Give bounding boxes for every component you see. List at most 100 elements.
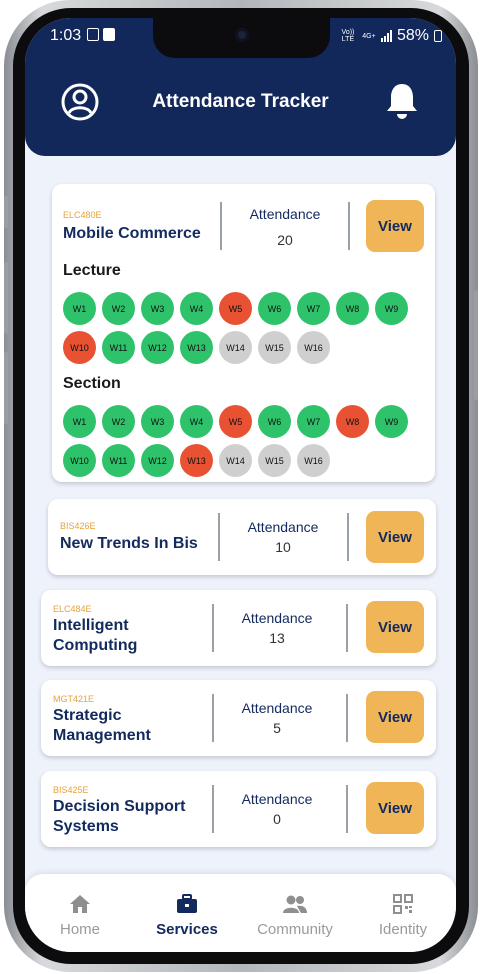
divider [347, 513, 349, 561]
course-code: BIS425E [53, 785, 89, 795]
week-badge-present: W1 [63, 292, 96, 325]
attendance-count: 13 [269, 630, 285, 646]
status-time: 1:03 [50, 27, 82, 44]
week-badge-present: W12 [141, 444, 174, 477]
divider [212, 785, 214, 833]
nav-label: Home [59, 921, 100, 938]
lecture-weeks: W1 W2 W3 W4 W5 W6 W7 W8 W9 W10 W11 W12 W13 W14 W15 W16 [63, 292, 423, 364]
week-badge-present: W6 [258, 292, 291, 325]
volte-indicator: Vo)) LTE [341, 29, 355, 43]
divider [212, 694, 214, 742]
course-card[interactable]: ELC484E Intelligent Computing Attendance… [41, 590, 436, 666]
week-badge-pending: W14 [219, 444, 252, 477]
week-badge-present: W2 [102, 405, 135, 438]
attendance-count: 20 [277, 232, 293, 248]
week-badge-pending: W15 [258, 331, 291, 364]
attendance-label: Attendance [241, 700, 313, 716]
week-badge-present: W2 [102, 292, 135, 325]
section-section-title: Section [63, 375, 121, 392]
course-name: Mobile Commerce [63, 225, 201, 242]
week-badge-present: W11 [102, 331, 135, 364]
nav-services[interactable]: Services [137, 894, 237, 938]
divider [346, 694, 348, 742]
nav-label: Identity [378, 921, 428, 938]
nav-label: Services [156, 921, 218, 938]
bottom-nav: Home Services Community Identity [25, 874, 456, 952]
attendance-count: 0 [273, 811, 281, 827]
people-icon [282, 895, 308, 918]
view-button[interactable]: View [366, 511, 424, 563]
course-code: MGT421E [53, 694, 95, 704]
attendance-count: 10 [275, 539, 291, 555]
view-button[interactable]: View [366, 200, 424, 252]
nav-community[interactable]: Community [245, 894, 345, 938]
course-name: Strategic Management [53, 707, 151, 744]
week-badge-absent: W10 [63, 331, 96, 364]
gallery-notification-icon [87, 28, 99, 41]
week-badge-pending: W15 [258, 444, 291, 477]
course-card[interactable]: BIS426E New Trends In Bis Attendance 10 … [48, 499, 436, 575]
course-code: BIS426E [60, 521, 96, 531]
week-badge-present: W7 [297, 292, 330, 325]
week-badge-present: W4 [180, 405, 213, 438]
week-badge-present: W8 [336, 292, 369, 325]
week-badge-present: W13 [180, 331, 213, 364]
battery-percent: 58% [396, 27, 429, 44]
battery-icon [434, 30, 442, 42]
attendance-label: Attendance [249, 206, 321, 222]
week-badge-present: W9 [375, 405, 408, 438]
week-badge-present: W3 [141, 292, 174, 325]
divider [212, 604, 214, 652]
course-card[interactable]: MGT421E Strategic Management Attendance … [41, 680, 436, 756]
divider [218, 513, 220, 561]
week-badge-pending: W14 [219, 331, 252, 364]
power-button [474, 290, 478, 400]
volume-up-button [4, 262, 8, 334]
view-button[interactable]: View [366, 782, 424, 834]
week-badge-present: W10 [63, 444, 96, 477]
course-name: Intelligent Computing [53, 617, 138, 654]
nav-identity[interactable]: Identity [353, 894, 453, 938]
week-badge-absent: W8 [336, 405, 369, 438]
signal-icon [380, 30, 392, 42]
divider [346, 785, 348, 833]
week-badge-present: W11 [102, 444, 135, 477]
section-weeks: W1 W2 W3 W4 W5 W6 W7 W8 W9 W10 W11 W12 W13 W14 W15 W16 [63, 405, 423, 477]
week-badge-present: W4 [180, 292, 213, 325]
week-badge-present: W12 [141, 331, 174, 364]
divider [348, 202, 350, 250]
week-badge-absent: W5 [219, 405, 252, 438]
course-card-expanded[interactable]: ELC480E Mobile Commerce Attendance 20 Vi… [52, 184, 435, 482]
course-code: ELC484E [53, 604, 92, 614]
status-bar: 1:03 Vo)) LTE 4G+ 58% [25, 18, 456, 58]
home-icon [69, 895, 91, 918]
bell-icon[interactable] [385, 82, 419, 127]
course-name: Decision Support Systems [53, 798, 186, 835]
view-button[interactable]: View [366, 601, 424, 653]
week-badge-absent: W5 [219, 292, 252, 325]
course-card[interactable]: BIS425E Decision Support Systems Attenda… [41, 771, 436, 847]
divider [220, 202, 222, 250]
divider [346, 604, 348, 652]
week-badge-pending: W16 [297, 444, 330, 477]
week-badge-present: W7 [297, 405, 330, 438]
week-badge-pending: W16 [297, 331, 330, 364]
course-code: ELC480E [63, 210, 102, 220]
front-camera [235, 28, 249, 42]
week-badge-present: W3 [141, 405, 174, 438]
app-screen: 1:03 Vo)) LTE 4G+ 58% Attendance Tracker… [25, 18, 456, 952]
qr-code-icon [393, 894, 413, 918]
header: 1:03 Vo)) LTE 4G+ 58% Attendance Tracker [25, 18, 456, 156]
camera-notch [153, 18, 330, 58]
mute-switch [4, 196, 8, 228]
attendance-count: 5 [273, 720, 281, 736]
lecture-section-title: Lecture [63, 262, 121, 279]
attendance-label: Attendance [241, 610, 313, 626]
attendance-label: Attendance [241, 791, 313, 807]
week-badge-absent: W13 [180, 444, 213, 477]
week-badge-present: W1 [63, 405, 96, 438]
view-button[interactable]: View [366, 691, 424, 743]
check-notification-icon [103, 28, 115, 41]
week-badge-present: W6 [258, 405, 291, 438]
nav-home[interactable]: Home [30, 894, 130, 938]
